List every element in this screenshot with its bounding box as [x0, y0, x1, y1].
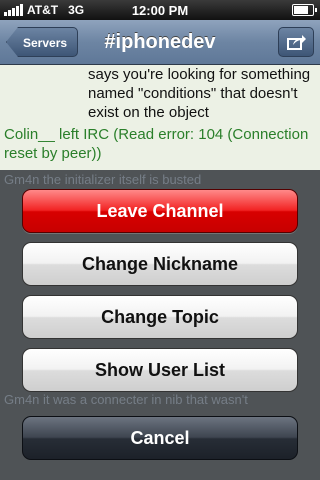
- dimmed-chat-line: Gm4n it was a connecter in nib that wasn…: [4, 392, 248, 407]
- dimmed-chat-line: Gm4n the initializer itself is busted: [4, 172, 202, 187]
- battery-icon: [292, 4, 317, 16]
- navigation-bar: #iphonedev Servers: [0, 20, 320, 65]
- share-arrow-icon: [287, 35, 306, 50]
- back-button[interactable]: Servers: [6, 27, 79, 57]
- change-topic-button[interactable]: Change Topic: [22, 295, 298, 339]
- show-user-list-button[interactable]: Show User List: [22, 348, 298, 392]
- chat-message-system: Colin__ left IRC (Read error: 104 (Conne…: [4, 126, 309, 162]
- change-nickname-button[interactable]: Change Nickname: [22, 242, 298, 286]
- cancel-button[interactable]: Cancel: [22, 416, 298, 460]
- share-button[interactable]: [278, 27, 314, 57]
- status-time: 12:00 PM: [131, 3, 189, 18]
- chat-message: says you're looking for something named …: [88, 66, 311, 121]
- leave-channel-button[interactable]: Leave Channel: [22, 189, 298, 233]
- status-bar: AT&T 3G 12:00 PM: [0, 0, 320, 20]
